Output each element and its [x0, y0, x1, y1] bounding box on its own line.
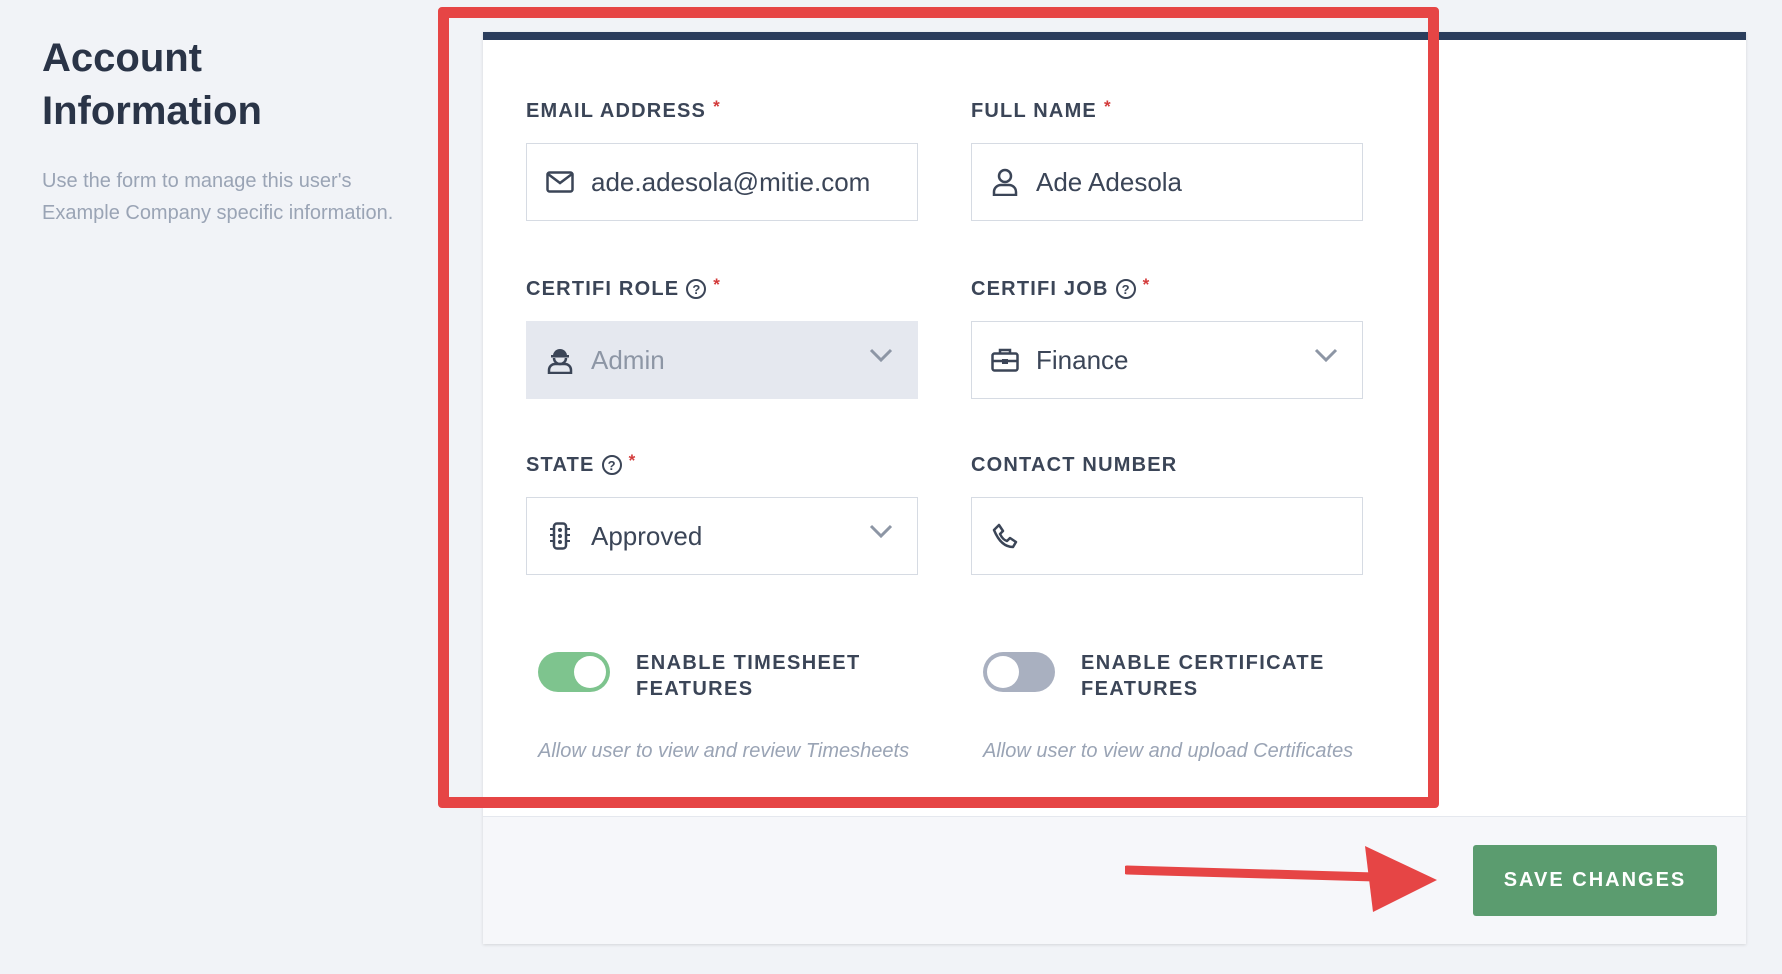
contact-field-group: CONTACT NUMBER [971, 453, 1363, 575]
help-icon[interactable]: ? [1115, 279, 1136, 299]
full-name-value: Ade Adesola [1036, 166, 1183, 197]
toggle-knob [574, 656, 606, 688]
envelope-icon [545, 167, 575, 197]
email-input[interactable]: ade.adesola@mitie.com [526, 143, 918, 221]
role-select: Admin [526, 321, 918, 399]
certificate-toggle-description: Allow user to view and upload Certificat… [983, 740, 1354, 762]
timesheet-toggle-label: ENABLE TIMESHEET FEATURES [636, 652, 861, 700]
required-marker: * [713, 275, 722, 294]
state-label: STATE [526, 453, 595, 476]
save-changes-button[interactable]: SAVE CHANGES [1473, 845, 1717, 916]
email-field-group: EMAIL ADDRESS * ade.adesola@mitie.com [526, 97, 918, 221]
contact-number-input[interactable] [971, 497, 1363, 575]
chevron-down-icon [869, 348, 893, 367]
job-value: Finance [1036, 344, 1129, 375]
section-description: Account Information Use the form to mana… [42, 32, 432, 229]
state-select[interactable]: Approved [526, 497, 918, 575]
role-value: Admin [591, 344, 665, 375]
required-marker: * [1103, 97, 1112, 116]
worker-icon [545, 345, 575, 375]
phone-icon [990, 521, 1020, 551]
state-field-group: STATE ? * Approved [526, 451, 918, 575]
certificate-toggle-label: ENABLE CERTIFICATE FEATURES [1081, 652, 1325, 700]
required-marker: * [628, 451, 637, 470]
chevron-down-icon [869, 524, 893, 543]
email-label: EMAIL ADDRESS [526, 99, 707, 122]
user-icon [990, 167, 1020, 197]
certificate-toggle[interactable] [983, 652, 1055, 692]
account-form-card: EMAIL ADDRESS * ade.adesola@mitie.com FU… [483, 32, 1746, 944]
timesheet-toggle-group: ENABLE TIMESHEET FEATURES Allow user to … [538, 650, 938, 763]
state-value: Approved [591, 520, 703, 551]
page: Account Information Use the form to mana… [0, 0, 1782, 974]
chevron-down-icon [1314, 348, 1338, 367]
section-title: Account Information [42, 36, 262, 133]
certificate-toggle-group: ENABLE CERTIFICATE FEATURES Allow user t… [983, 650, 1383, 763]
section-subtitle: Use the form to manage this user's Examp… [42, 170, 394, 224]
required-marker: * [1142, 275, 1151, 294]
contact-label: CONTACT NUMBER [971, 453, 1178, 476]
help-icon[interactable]: ? [686, 279, 707, 299]
traffic-light-icon [545, 521, 575, 551]
full-name-input[interactable]: Ade Adesola [971, 143, 1363, 221]
timesheet-toggle[interactable] [538, 652, 610, 692]
full-name-label: FULL NAME [971, 99, 1097, 122]
required-marker: * [713, 97, 721, 116]
job-field-group: CERTIFI JOB ? * Finance [971, 275, 1363, 399]
role-field-group: CERTIFI ROLE ? * Admin [526, 275, 918, 399]
toggle-knob [987, 656, 1019, 688]
card-footer: SAVE CHANGES [483, 816, 1746, 944]
arrow-annotation-icon [1125, 846, 1437, 912]
role-label: CERTIFI ROLE [526, 277, 680, 300]
timesheet-toggle-description: Allow user to view and review Timesheets [538, 740, 910, 762]
briefcase-icon [990, 345, 1020, 375]
email-value: ade.adesola@mitie.com [591, 166, 871, 197]
help-icon[interactable]: ? [601, 455, 622, 475]
job-select[interactable]: Finance [971, 321, 1363, 399]
full-name-field-group: FULL NAME * Ade Adesola [971, 97, 1363, 221]
job-label: CERTIFI JOB [971, 277, 1109, 300]
